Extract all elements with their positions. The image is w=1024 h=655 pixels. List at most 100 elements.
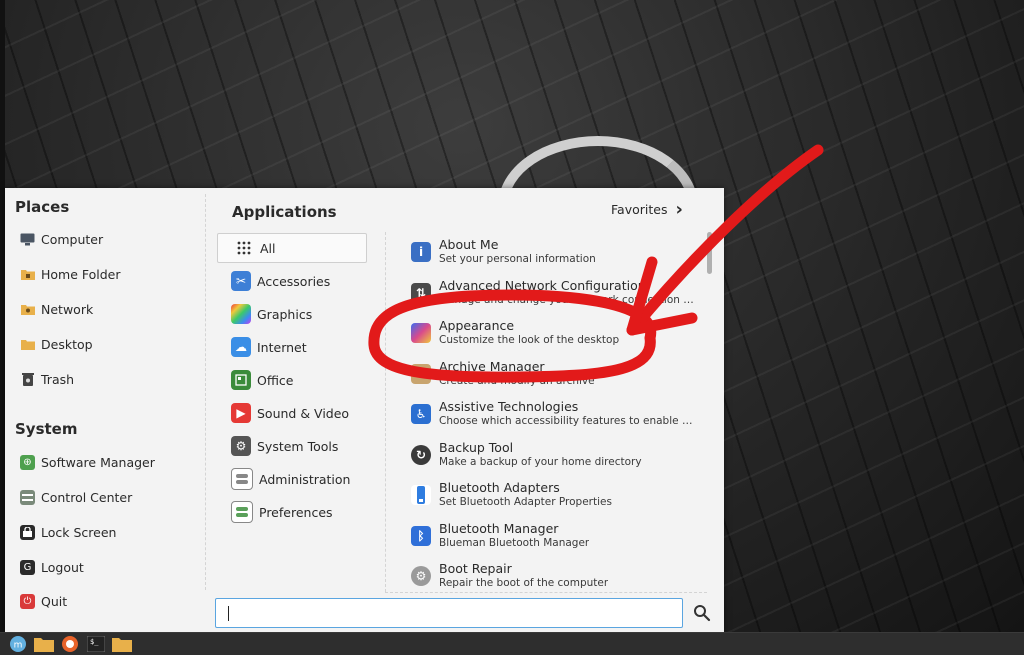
chevron-right-icon: › xyxy=(675,198,683,220)
applications-title: Applications xyxy=(232,203,337,221)
app-description: Set your personal information xyxy=(439,253,596,266)
app-description: Repair the boot of the computer xyxy=(439,577,609,590)
category-office[interactable]: Office xyxy=(217,365,367,395)
software-manager-icon: ⊕ xyxy=(20,454,35,470)
category-graphics[interactable]: Graphics xyxy=(217,299,367,329)
category-sound-video[interactable]: ▶ Sound & Video xyxy=(217,398,367,428)
category-system-tools[interactable]: ⚙ System Tools xyxy=(217,431,367,461)
app-description: Set Bluetooth Adapter Properties xyxy=(439,496,612,509)
places-item-home-folder[interactable]: Home Folder xyxy=(20,261,200,287)
system-item-label: Control Center xyxy=(41,489,133,505)
places-item-label: Computer xyxy=(41,231,104,247)
palette-icon xyxy=(231,304,251,324)
boot-repair-icon: ⚙ xyxy=(411,566,431,587)
taskbar: m $_ xyxy=(0,632,1024,655)
app-name: Bluetooth Manager xyxy=(439,521,559,536)
places-item-computer[interactable]: Computer xyxy=(20,226,200,252)
category-label: System Tools xyxy=(257,438,339,454)
app-description: Blueman Bluetooth Manager xyxy=(439,536,590,549)
search-field[interactable] xyxy=(215,598,683,628)
system-item-label: Quit xyxy=(41,593,68,609)
places-item-desktop[interactable]: Desktop xyxy=(20,331,200,357)
category-label: Internet xyxy=(257,339,307,355)
cloud-icon: ☁ xyxy=(231,337,251,357)
places-title: Places xyxy=(15,198,70,216)
category-label: Sound & Video xyxy=(257,405,350,421)
favorites-label: Favorites xyxy=(611,202,668,217)
app-name: Bluetooth Adapters xyxy=(439,481,560,496)
terminal-button[interactable]: $_ xyxy=(86,634,106,654)
pane-divider xyxy=(205,194,206,590)
app-item-about-me[interactable]: i About Me Set your personal information xyxy=(403,232,703,273)
backup-icon: ↻ xyxy=(411,444,431,465)
app-description: Make a backup of your home directory xyxy=(439,455,642,468)
gear-icon: ⚙ xyxy=(231,436,251,456)
text-cursor xyxy=(228,606,229,621)
svg-text:m: m xyxy=(14,641,23,651)
app-name: Appearance xyxy=(439,319,515,334)
app-item-advanced-network-configuration[interactable]: ⇅ Advanced Network Configuration Manage a… xyxy=(403,273,703,314)
category-accessories[interactable]: ✂ Accessories xyxy=(217,266,367,296)
svg-text:$_: $_ xyxy=(90,638,99,646)
app-item-backup-tool[interactable]: ↻ Backup Tool Make a backup of your home … xyxy=(403,435,703,476)
app-item-boot-repair[interactable]: ⚙ Boot Repair Repair the boot of the comp… xyxy=(403,556,703,592)
app-item-assistive-technologies[interactable]: ♿ Assistive Technologies Choose which acc… xyxy=(403,394,703,435)
app-item-archive-manager[interactable]: Archive Manager Create and modify an arch… xyxy=(403,354,703,395)
app-name: Archive Manager xyxy=(439,359,545,374)
places-item-label: Home Folder xyxy=(41,266,121,282)
category-label: Office xyxy=(257,372,294,388)
system-item-quit[interactable]: ⏻ Quit xyxy=(20,588,200,614)
app-item-bluetooth-adapters[interactable]: Bluetooth Adapters Set Bluetooth Adapter … xyxy=(403,475,703,516)
category-label: All xyxy=(260,240,276,256)
places-pane: Places Computer Home Folder Network Desk… xyxy=(5,188,205,632)
bottom-divider xyxy=(385,592,707,593)
scrollbar-thumb[interactable] xyxy=(707,232,712,274)
scissors-icon: ✂ xyxy=(231,271,251,291)
computer-icon xyxy=(20,232,35,247)
system-item-label: Software Manager xyxy=(41,454,155,470)
favorites-button[interactable]: Favorites › xyxy=(611,198,683,220)
system-item-label: Logout xyxy=(41,559,84,575)
places-item-trash[interactable]: Trash xyxy=(20,366,200,392)
accessibility-icon: ♿ xyxy=(411,404,431,425)
terminal-icon: $_ xyxy=(87,636,105,652)
app-description: Manage and change your network connectio… xyxy=(439,293,697,306)
places-item-network[interactable]: Network xyxy=(20,296,200,322)
system-item-control-center[interactable]: Control Center xyxy=(20,484,200,510)
search-icon[interactable] xyxy=(693,604,711,622)
firefox-button[interactable] xyxy=(60,634,80,654)
files-button[interactable] xyxy=(34,634,54,654)
category-divider xyxy=(385,232,386,592)
category-preferences[interactable]: Preferences xyxy=(217,497,367,527)
folder-button[interactable] xyxy=(112,634,132,654)
category-administration[interactable]: Administration xyxy=(217,464,367,494)
app-name: Advanced Network Configuration xyxy=(439,278,646,293)
system-title: System xyxy=(15,420,78,438)
control-center-icon xyxy=(20,489,35,505)
app-item-bluetooth-manager[interactable]: ᛒ Bluetooth Manager Blueman Bluetooth Man… xyxy=(403,516,703,557)
system-item-label: Lock Screen xyxy=(41,524,117,540)
system-item-software-manager[interactable]: ⊕ Software Manager xyxy=(20,449,200,475)
category-label: Graphics xyxy=(257,306,313,322)
document-icon xyxy=(231,370,251,390)
system-item-lock-screen[interactable]: Lock Screen xyxy=(20,519,200,545)
category-all[interactable]: All xyxy=(217,233,367,263)
bluetooth-adapter-icon xyxy=(411,485,431,506)
search-input[interactable] xyxy=(216,599,682,627)
logout-icon: G xyxy=(20,559,35,575)
category-internet[interactable]: ☁ Internet xyxy=(217,332,367,362)
home-folder-icon xyxy=(20,267,35,282)
app-item-appearance[interactable]: Appearance Customize the look of the desk… xyxy=(403,313,703,354)
places-item-label: Desktop xyxy=(41,336,93,352)
app-list-scrollbar[interactable] xyxy=(707,232,713,592)
app-list: i About Me Set your personal information … xyxy=(403,232,703,592)
system-item-logout[interactable]: G Logout xyxy=(20,554,200,580)
app-name: Boot Repair xyxy=(439,562,512,577)
trash-icon xyxy=(20,372,35,387)
mint-menu-button[interactable]: m xyxy=(8,634,28,654)
desktop-folder-icon xyxy=(20,337,35,352)
files-icon xyxy=(34,638,54,652)
places-item-label: Trash xyxy=(41,371,75,387)
folder-icon xyxy=(112,638,132,652)
play-icon: ▶ xyxy=(231,403,251,423)
